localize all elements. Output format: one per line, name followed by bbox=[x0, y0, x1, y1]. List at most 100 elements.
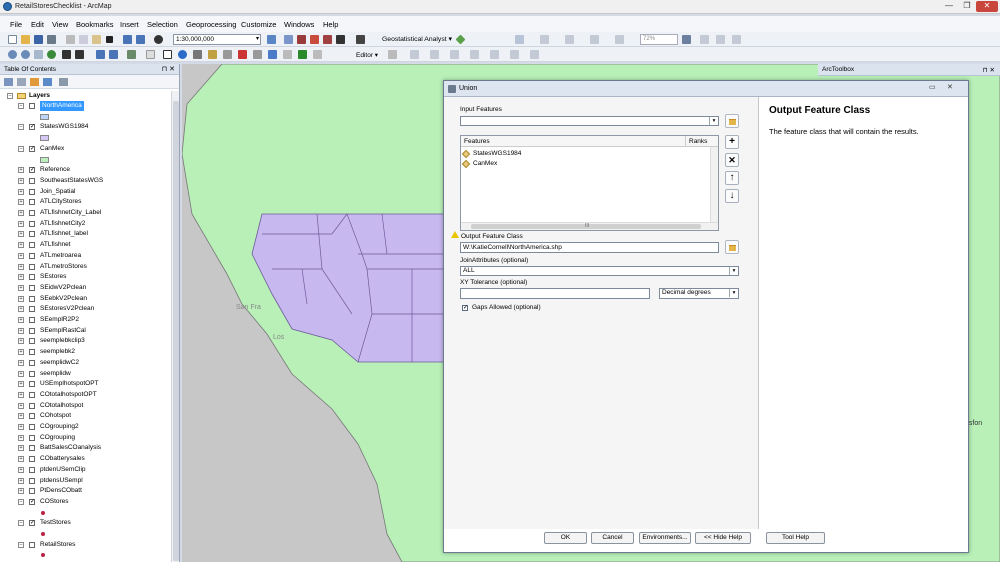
cancel-button[interactable]: Cancel bbox=[591, 532, 634, 544]
menu-windows[interactable]: Windows bbox=[284, 20, 314, 29]
split-icon[interactable] bbox=[450, 50, 459, 59]
expand-icon[interactable]: + bbox=[18, 349, 24, 356]
expand-icon[interactable]: + bbox=[18, 263, 24, 270]
copy-icon[interactable] bbox=[79, 35, 88, 44]
effects-icon[interactable] bbox=[565, 35, 574, 44]
collapse-icon[interactable]: − bbox=[7, 93, 13, 99]
hyperlink-icon[interactable] bbox=[238, 50, 247, 59]
menu-file[interactable]: File bbox=[10, 20, 22, 29]
dialog-minimize-icon[interactable]: ▭ bbox=[929, 83, 936, 91]
expand-icon[interactable]: + bbox=[18, 413, 24, 420]
sketch-props-icon[interactable] bbox=[510, 50, 519, 59]
sketch-tool-icon[interactable] bbox=[410, 50, 419, 59]
grid-vertical-scrollbar[interactable] bbox=[710, 147, 718, 223]
redo-icon[interactable] bbox=[136, 35, 145, 44]
list-by-visibility-icon[interactable] bbox=[30, 78, 39, 86]
expand-icon[interactable]: + bbox=[18, 327, 24, 334]
expand-icon[interactable]: + bbox=[18, 477, 24, 484]
swipe-layer-icon[interactable] bbox=[313, 50, 322, 59]
layer-visibility-checkbox[interactable]: ✓ bbox=[29, 124, 35, 131]
maximize-button[interactable]: ❐ bbox=[958, 1, 976, 12]
add-row-button[interactable]: + bbox=[725, 135, 739, 149]
collapse-icon[interactable]: − bbox=[18, 520, 24, 527]
new-icon[interactable] bbox=[8, 35, 17, 44]
modelbuilder-icon[interactable] bbox=[356, 35, 365, 44]
menu-help[interactable]: Help bbox=[323, 20, 338, 29]
identify-icon[interactable] bbox=[178, 50, 187, 59]
python-icon[interactable] bbox=[336, 35, 345, 44]
find-route-icon[interactable] bbox=[208, 50, 217, 59]
layer-visibility-checkbox[interactable] bbox=[29, 349, 35, 356]
collapse-icon[interactable]: − bbox=[18, 103, 24, 109]
menu-edit[interactable]: Edit bbox=[31, 20, 44, 29]
tool-help-button[interactable]: Tool Help bbox=[766, 532, 825, 544]
layer-visibility-checkbox[interactable] bbox=[29, 413, 35, 420]
layer-visibility-checkbox[interactable] bbox=[29, 177, 35, 184]
search-window-icon[interactable] bbox=[310, 35, 319, 44]
layout-pan-icon[interactable] bbox=[700, 35, 709, 44]
layer-visibility-checkbox[interactable] bbox=[29, 391, 35, 398]
layer-visibility-checkbox[interactable] bbox=[29, 317, 35, 323]
toc-scrollbar[interactable] bbox=[171, 91, 179, 562]
expand-icon[interactable]: + bbox=[18, 220, 24, 227]
layer-visibility-checkbox[interactable] bbox=[29, 370, 35, 377]
layer-visibility-checkbox[interactable] bbox=[29, 274, 35, 281]
swipe-icon[interactable] bbox=[590, 35, 599, 44]
zoom-in-icon[interactable] bbox=[8, 50, 17, 59]
gaps-allowed-checkbox[interactable]: ✓ bbox=[462, 305, 468, 311]
editor-toolbar-icon[interactable] bbox=[267, 35, 276, 44]
editor-menu[interactable]: Editor ▾ bbox=[356, 51, 378, 59]
print-icon[interactable] bbox=[47, 35, 56, 44]
layer-visibility-checkbox[interactable] bbox=[29, 231, 35, 238]
layer-visibility-checkbox[interactable] bbox=[29, 306, 35, 313]
zoom-combo[interactable]: 72% bbox=[640, 34, 678, 45]
delete-icon[interactable] bbox=[106, 36, 113, 43]
expand-icon[interactable]: + bbox=[18, 381, 24, 388]
layer-visibility-checkbox[interactable] bbox=[29, 381, 35, 388]
zoom-out-icon[interactable] bbox=[21, 50, 30, 59]
layer-visibility-checkbox[interactable] bbox=[29, 188, 35, 195]
layer-visibility-checkbox[interactable] bbox=[29, 434, 35, 441]
go-to-xy-icon[interactable] bbox=[298, 50, 307, 59]
toc-pin-close-icon[interactable]: ⊓ ✕ bbox=[162, 65, 175, 73]
arctoolbox-pin-close-icon[interactable]: ⊓ ✕ bbox=[983, 66, 995, 74]
layout-zoom-icon[interactable] bbox=[682, 35, 691, 44]
add-data-icon[interactable] bbox=[154, 35, 163, 44]
layout-page-icon[interactable] bbox=[716, 35, 725, 44]
undo-icon[interactable] bbox=[123, 35, 132, 44]
layer-visibility-checkbox[interactable] bbox=[29, 295, 35, 302]
layer-visibility-checkbox[interactable] bbox=[29, 466, 35, 473]
toc-scroll-thumb[interactable] bbox=[173, 101, 179, 561]
menu-insert[interactable]: Insert bbox=[120, 20, 139, 29]
fixed-zoom-in-icon[interactable] bbox=[62, 50, 71, 59]
cut-icon[interactable] bbox=[66, 35, 75, 44]
expand-icon[interactable]: + bbox=[18, 402, 24, 409]
layer-visibility-checkbox[interactable] bbox=[29, 210, 35, 216]
layer-visibility-checkbox[interactable]: ✓ bbox=[29, 145, 35, 152]
create-features-icon[interactable] bbox=[530, 50, 539, 59]
menu-bookmarks[interactable]: Bookmarks bbox=[76, 20, 114, 29]
expand-icon[interactable]: + bbox=[18, 188, 24, 195]
move-up-button[interactable]: ↑ bbox=[725, 171, 739, 185]
minimize-button[interactable]: — bbox=[940, 1, 958, 12]
expand-icon[interactable]: + bbox=[18, 359, 24, 366]
environments-button[interactable]: Environments... bbox=[639, 532, 691, 544]
layer-tool-icon[interactable] bbox=[540, 35, 549, 44]
pan-icon[interactable] bbox=[34, 50, 43, 59]
browse-input-button[interactable] bbox=[725, 114, 739, 128]
paste-icon[interactable] bbox=[92, 35, 101, 44]
expand-icon[interactable]: + bbox=[18, 167, 24, 174]
open-icon[interactable] bbox=[21, 35, 30, 44]
expand-icon[interactable]: + bbox=[18, 284, 24, 291]
layer-visibility-checkbox[interactable] bbox=[29, 445, 35, 452]
grid-horizontal-scrollbar[interactable]: III bbox=[461, 222, 718, 230]
geostat-wizard-icon[interactable] bbox=[455, 34, 466, 45]
join-attributes-select[interactable]: ALL ▾ bbox=[460, 266, 739, 276]
reshape-icon[interactable] bbox=[430, 50, 439, 59]
toc-window-icon[interactable] bbox=[284, 35, 293, 44]
expand-icon[interactable]: + bbox=[18, 231, 24, 238]
collapse-icon[interactable]: − bbox=[18, 498, 24, 505]
expand-icon[interactable]: + bbox=[18, 370, 24, 377]
measure-icon[interactable] bbox=[223, 50, 232, 59]
expand-icon[interactable]: + bbox=[18, 456, 24, 463]
